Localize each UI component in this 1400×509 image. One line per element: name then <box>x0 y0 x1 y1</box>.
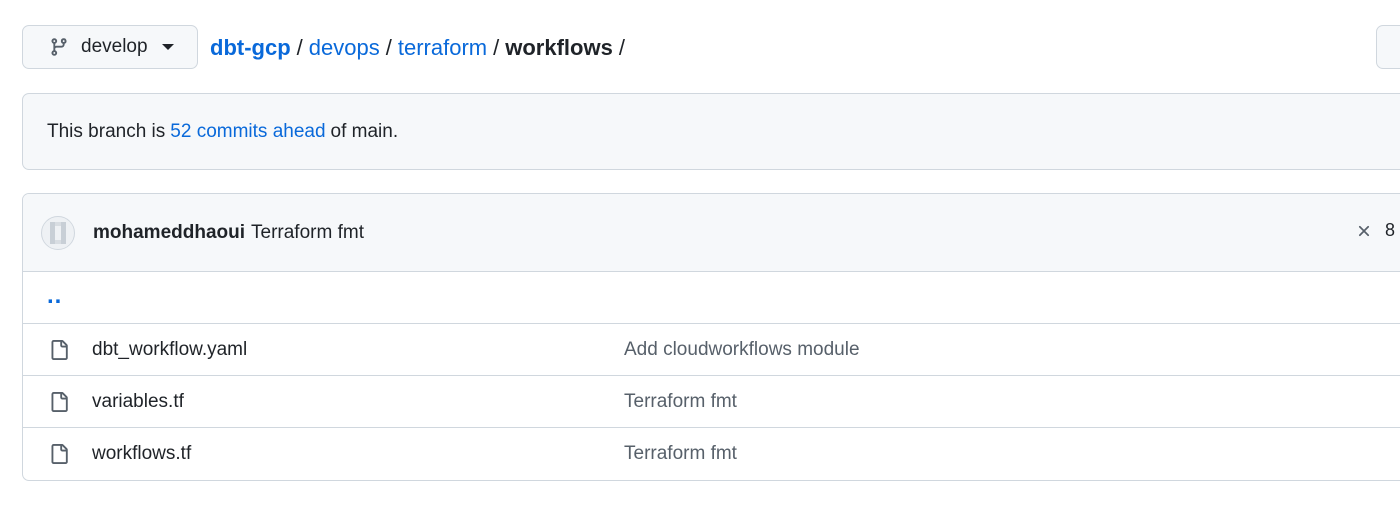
breadcrumb-repo-link[interactable]: dbt-gcp <box>210 35 291 61</box>
branch-ahead-banner: This branch is 52 commits ahead of main. <box>22 93 1400 170</box>
branch-name: develop <box>81 36 148 57</box>
file-icon <box>51 339 68 360</box>
breadcrumb-link-terraform[interactable]: terraform <box>398 35 487 61</box>
breadcrumb-separator: / <box>296 35 303 60</box>
file-commit-message-link[interactable]: Add cloudworkflows module <box>624 339 860 361</box>
file-name-link[interactable]: workflows.tf <box>92 443 191 465</box>
go-to-file-button[interactable] <box>1376 25 1400 69</box>
file-commit-message-link[interactable]: Terraform fmt <box>624 443 737 465</box>
breadcrumb-current: workflows <box>505 35 613 60</box>
ahead-suffix: of main. <box>330 120 399 142</box>
file-name-link[interactable]: dbt_workflow.yaml <box>92 339 247 361</box>
breadcrumb-separator: / <box>385 35 392 60</box>
breadcrumb-link-devops[interactable]: devops <box>309 35 380 61</box>
file-row[interactable]: variables.tf Terraform fmt <box>23 376 1400 428</box>
file-name-link[interactable]: variables.tf <box>92 391 184 413</box>
x-icon <box>1358 225 1370 236</box>
latest-commit-row: mohameddhaoui Terraform fmt 8 <box>23 194 1400 272</box>
file-row[interactable]: dbt_workflow.yaml Add cloudworkflows mod… <box>23 324 1400 376</box>
breadcrumb-separator: / <box>493 35 500 60</box>
branch-selector-button[interactable]: develop <box>22 25 198 69</box>
ahead-prefix: This branch is <box>47 120 166 142</box>
file-row[interactable]: workflows.tf Terraform fmt <box>23 428 1400 479</box>
commit-message-link[interactable]: Terraform fmt <box>251 222 364 244</box>
file-list-box: mohameddhaoui Terraform fmt 8 .. dbt_wor… <box>22 193 1400 481</box>
caret-down-icon <box>161 44 174 50</box>
breadcrumb-separator: / <box>618 35 625 60</box>
file-commit-message-link[interactable]: Terraform fmt <box>624 391 737 413</box>
parent-directory-row[interactable]: .. <box>23 272 1400 324</box>
breadcrumb: dbt-gcp / devops / terraform / workflows… <box>210 30 631 66</box>
commit-hash-partial: 8 <box>1385 220 1396 240</box>
file-icon <box>51 443 68 464</box>
parent-directory-link[interactable]: .. <box>47 282 62 310</box>
commit-author-link[interactable]: mohameddhaoui <box>93 222 245 244</box>
commit-status[interactable]: 8 <box>1355 220 1395 241</box>
repo-file-browser-page: develop dbt-gcp / devops / terraform / w… <box>0 0 1400 509</box>
file-icon <box>51 391 68 412</box>
commits-ahead-link[interactable]: 52 commits ahead <box>170 121 325 143</box>
git-branch-icon <box>49 37 69 57</box>
avatar[interactable] <box>41 215 75 250</box>
